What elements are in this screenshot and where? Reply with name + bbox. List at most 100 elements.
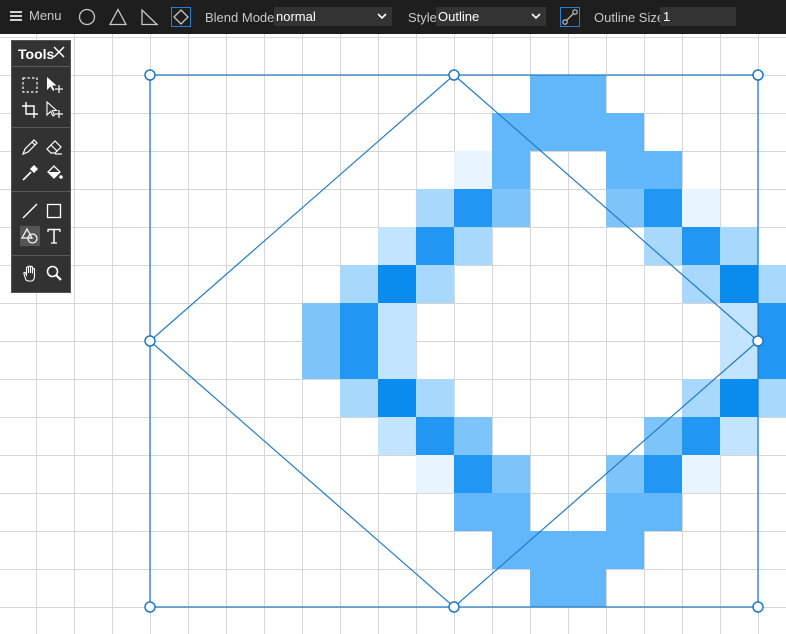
eyedropper-icon[interactable] xyxy=(20,163,40,183)
canvas-pixel xyxy=(682,189,720,227)
canvas-pixel xyxy=(416,265,454,303)
chevron-down-icon xyxy=(531,13,541,20)
canvas-pixel xyxy=(606,455,644,493)
canvas-pixel xyxy=(416,379,454,417)
canvas-pixel xyxy=(568,113,606,151)
canvas-pixel xyxy=(492,189,530,227)
canvas-pixel xyxy=(530,113,568,151)
transform-handle[interactable] xyxy=(144,69,156,81)
shapes-icon[interactable] xyxy=(20,226,40,246)
move-selection-icon[interactable] xyxy=(44,75,64,95)
canvas-pixel xyxy=(644,455,682,493)
canvas-pixel xyxy=(302,341,340,379)
transform-handle[interactable] xyxy=(448,601,460,613)
circle-icon xyxy=(78,8,96,26)
rectangle-icon[interactable] xyxy=(44,201,64,221)
canvas-pixel xyxy=(340,303,378,341)
canvas-pixel xyxy=(492,455,530,493)
canvas-pixel xyxy=(644,189,682,227)
transform-handle[interactable] xyxy=(752,335,764,347)
canvas-pixel xyxy=(644,493,682,531)
transform-handle[interactable] xyxy=(752,69,764,81)
canvas-pixel xyxy=(340,379,378,417)
canvas-pixel xyxy=(720,265,758,303)
tools-divider xyxy=(12,255,70,256)
tools-divider xyxy=(12,127,70,128)
canvas-pixel xyxy=(644,151,682,189)
line-icon[interactable] xyxy=(20,201,40,221)
menu-button[interactable]: Menu xyxy=(10,8,62,23)
canvas-pixel xyxy=(378,417,416,455)
canvas-pixel xyxy=(530,75,568,113)
close-icon[interactable] xyxy=(51,44,67,60)
canvas-pixel xyxy=(606,493,644,531)
canvas-pixel xyxy=(454,493,492,531)
blend-mode-value: normal xyxy=(276,9,316,24)
canvas-pixel xyxy=(454,189,492,227)
canvas-pixel xyxy=(492,531,530,569)
triangle-icon xyxy=(108,8,128,26)
canvas-pixel xyxy=(340,341,378,379)
canvas-pixel xyxy=(378,379,416,417)
canvas-pixel xyxy=(682,417,720,455)
canvas-pixel xyxy=(720,227,758,265)
tools-divider xyxy=(12,191,70,192)
style-select[interactable]: Outline xyxy=(436,7,546,26)
zoom-icon[interactable] xyxy=(44,263,64,283)
canvas-pixel xyxy=(454,151,492,189)
transform-handle[interactable] xyxy=(752,601,764,613)
text-icon[interactable] xyxy=(44,226,64,246)
pencil-icon[interactable] xyxy=(20,137,40,157)
tools-divider xyxy=(12,66,70,67)
canvas-pixel xyxy=(378,341,416,379)
tools-panel-title: Tools xyxy=(18,46,55,62)
canvas-pixel xyxy=(568,531,606,569)
canvas-pixel xyxy=(682,379,720,417)
right-triangle-icon xyxy=(141,8,159,26)
drawing-canvas[interactable] xyxy=(0,34,786,634)
hamburger-menu-icon xyxy=(10,10,22,21)
transform-handle[interactable] xyxy=(144,601,156,613)
canvas-pixel xyxy=(416,417,454,455)
canvas-pixel xyxy=(568,75,606,113)
diamond-icon xyxy=(173,9,189,25)
circle-shape-button[interactable] xyxy=(77,7,97,27)
canvas-pixel xyxy=(682,455,720,493)
top-toolbar: Menu Blend Mode: normal Style: Outline O… xyxy=(0,0,786,34)
tools-panel: Tools xyxy=(11,40,71,293)
canvas-pixel xyxy=(720,379,758,417)
blend-mode-label: Blend Mode: xyxy=(205,10,278,25)
marquee-select-icon[interactable] xyxy=(20,75,40,95)
right-triangle-shape-button[interactable] xyxy=(139,7,159,27)
fill-bucket-icon[interactable] xyxy=(44,163,64,183)
canvas-pixel xyxy=(378,227,416,265)
canvas-pixel xyxy=(378,303,416,341)
eraser-icon[interactable] xyxy=(44,137,64,157)
triangle-shape-button[interactable] xyxy=(108,7,128,27)
canvas-pixel xyxy=(416,455,454,493)
path-edit-button[interactable] xyxy=(560,7,580,27)
move-icon[interactable] xyxy=(44,100,64,120)
canvas-pixel xyxy=(340,265,378,303)
crop-icon[interactable] xyxy=(20,100,40,120)
canvas-pixel xyxy=(492,151,530,189)
transform-handle[interactable] xyxy=(448,69,460,81)
hand-icon[interactable] xyxy=(20,263,40,283)
canvas-pixel xyxy=(416,189,454,227)
canvas-pixel xyxy=(454,417,492,455)
canvas-pixel xyxy=(530,531,568,569)
canvas-pixel xyxy=(682,227,720,265)
canvas-pixel xyxy=(758,265,786,303)
diamond-shape-button[interactable] xyxy=(171,7,191,27)
canvas-pixel xyxy=(606,151,644,189)
canvas-pixel xyxy=(758,341,786,379)
outline-size-input[interactable]: 1 xyxy=(660,7,736,26)
canvas-pixel xyxy=(454,455,492,493)
canvas-pixel xyxy=(758,379,786,417)
canvas-pixel xyxy=(758,303,786,341)
transform-handle[interactable] xyxy=(144,335,156,347)
blend-mode-select[interactable]: normal xyxy=(274,7,392,26)
canvas-pixel xyxy=(720,417,758,455)
canvas-pixel xyxy=(682,265,720,303)
menu-label: Menu xyxy=(29,8,62,23)
